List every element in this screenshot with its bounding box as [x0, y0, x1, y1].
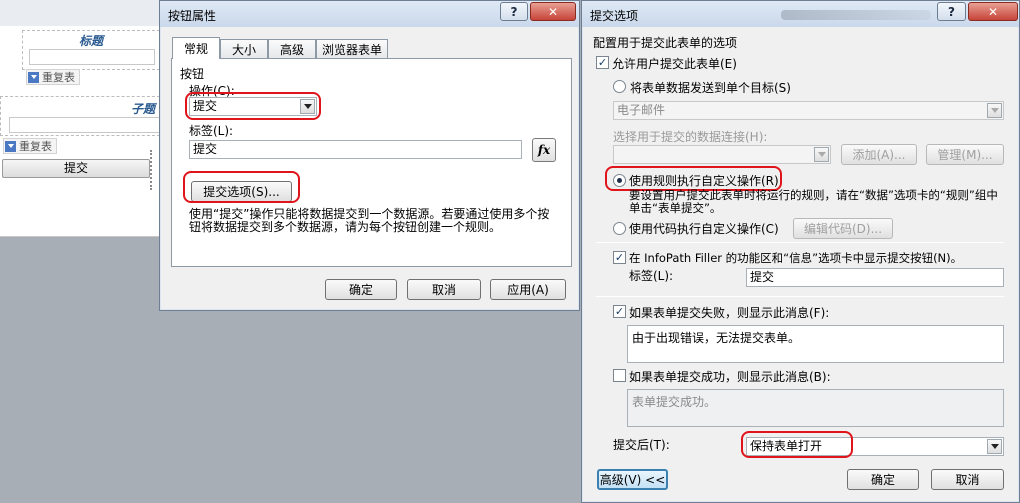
success-message-label: 如果表单提交成功，则显示此消息(B):	[629, 370, 831, 384]
highlight-after-submit	[741, 431, 853, 458]
highlight-submit-options	[183, 171, 300, 203]
close-icon: ✕	[547, 4, 559, 19]
fail-message-label: 如果表单提交失败，则显示此消息(F):	[629, 306, 830, 320]
titlebar: 按钮属性 ? ✕	[160, 1, 579, 27]
success-message-input[interactable]: 表单提交成功。	[627, 389, 1004, 427]
data-connection-select[interactable]	[613, 145, 831, 164]
separator	[596, 296, 1004, 297]
repeating-table-tag-2[interactable]: 重复表	[3, 138, 57, 154]
single-target-label: 将表单数据发送到单个目标(S)	[630, 81, 791, 95]
code-radio[interactable]	[613, 222, 626, 235]
subsection-label: 子题	[130, 102, 155, 116]
dialog-title: 按钮属性	[168, 9, 217, 23]
caption-label: 标签(L):	[189, 124, 234, 138]
tab-browser-forms[interactable]: 浏览器表单	[316, 39, 388, 59]
allow-submit-label: 允许用户提交此表单(E)	[612, 57, 737, 71]
titlebar: 提交选项 ? ✕	[582, 1, 1019, 27]
selection-handle	[150, 150, 154, 190]
destination-value: 电子邮件	[617, 103, 666, 117]
caption-label: 标签(L):	[629, 269, 674, 283]
single-target-radio[interactable]	[613, 80, 626, 93]
edit-code-button[interactable]: 编辑代码(D)...	[793, 218, 893, 239]
highlight-action	[185, 92, 321, 120]
help-icon: ?	[510, 4, 518, 19]
close-button[interactable]: ✕	[530, 2, 576, 21]
chevron-down-icon	[28, 71, 39, 83]
title-section[interactable]: 标题	[22, 30, 160, 70]
chevron-down-icon[interactable]	[987, 439, 1002, 454]
fail-message-input[interactable]: 由于出现错误，无法提交表单。	[627, 325, 1004, 363]
check-icon: ✓	[614, 251, 625, 264]
form-submit-button[interactable]: 提交	[2, 159, 150, 178]
rules-hint: 要设置用户提交此表单时将运行的规则，请在“数据”选项卡的“规则”组中单击“表单提…	[629, 188, 998, 215]
help-button[interactable]: ?	[500, 2, 528, 21]
description-text: 使用“提交”操作只能将数据提交到一个数据源。若要通过使用多个按钮将数据提交到多个…	[189, 207, 550, 234]
repeating-table-label: 重复表	[42, 71, 75, 84]
obscured-area	[781, 10, 931, 20]
options-heading: 配置用于提交此表单的选项	[593, 36, 738, 50]
cancel-button[interactable]: 取消	[931, 469, 1004, 490]
after-submit-label: 提交后(T):	[613, 438, 670, 452]
show-button-checkbox[interactable]: ✓	[613, 251, 626, 264]
manage-connection-button[interactable]: 管理(M)...	[926, 144, 1004, 165]
close-icon: ✕	[987, 4, 999, 19]
function-icon: fx	[537, 143, 551, 157]
title-field[interactable]	[29, 49, 155, 65]
ok-button[interactable]: 确定	[847, 469, 919, 490]
design-surface: 标题 重复表 子题 重复表 提交	[0, 0, 161, 237]
separator	[596, 242, 1004, 243]
code-label: 使用代码执行自定义操作(C)	[629, 222, 779, 236]
subsection[interactable]: 子题	[0, 96, 161, 136]
add-connection-button[interactable]: 添加(A)...	[841, 144, 917, 165]
surface-header-strip	[0, 0, 160, 26]
chevron-down-icon[interactable]	[814, 147, 829, 162]
caption-input[interactable]: 提交	[189, 140, 522, 159]
formula-button[interactable]: fx	[532, 138, 556, 162]
fail-message-checkbox[interactable]: ✓	[613, 305, 626, 318]
chevron-down-icon[interactable]	[987, 103, 1002, 118]
check-icon: ✓	[597, 56, 608, 69]
dialog-title: 提交选项	[590, 9, 639, 23]
show-button-label: 在 InfoPath Filler 的功能区和“信息”选项卡中显示提交按钮(N)…	[629, 251, 963, 265]
tab-size[interactable]: 大小	[220, 39, 268, 59]
check-icon: ✓	[614, 305, 625, 318]
advanced-button[interactable]: 高级(V) <<	[597, 469, 668, 490]
ok-button[interactable]: 确定	[325, 279, 397, 300]
subsection-field[interactable]	[9, 117, 161, 133]
cancel-button[interactable]: 取消	[407, 279, 481, 300]
close-button[interactable]: ✕	[968, 2, 1018, 21]
data-connection-label: 选择用于提交的数据连接(H):	[613, 130, 768, 144]
success-message-checkbox[interactable]	[613, 369, 626, 382]
chevron-down-icon	[5, 140, 16, 152]
allow-submit-checkbox[interactable]: ✓	[596, 56, 609, 69]
caption-input[interactable]: 提交	[746, 268, 1004, 287]
button-group-label: 按钮	[180, 67, 205, 81]
destination-select[interactable]: 电子邮件	[613, 101, 1004, 120]
apply-button[interactable]: 应用(A)	[490, 279, 566, 300]
repeating-table-tag[interactable]: 重复表	[26, 69, 80, 85]
title-label: 标题	[78, 34, 103, 48]
help-button[interactable]: ?	[937, 2, 966, 21]
tab-advanced[interactable]: 高级	[268, 39, 316, 59]
help-icon: ?	[948, 4, 955, 19]
repeating-table-label-2: 重复表	[19, 140, 52, 153]
tab-general[interactable]: 常规	[172, 37, 220, 59]
